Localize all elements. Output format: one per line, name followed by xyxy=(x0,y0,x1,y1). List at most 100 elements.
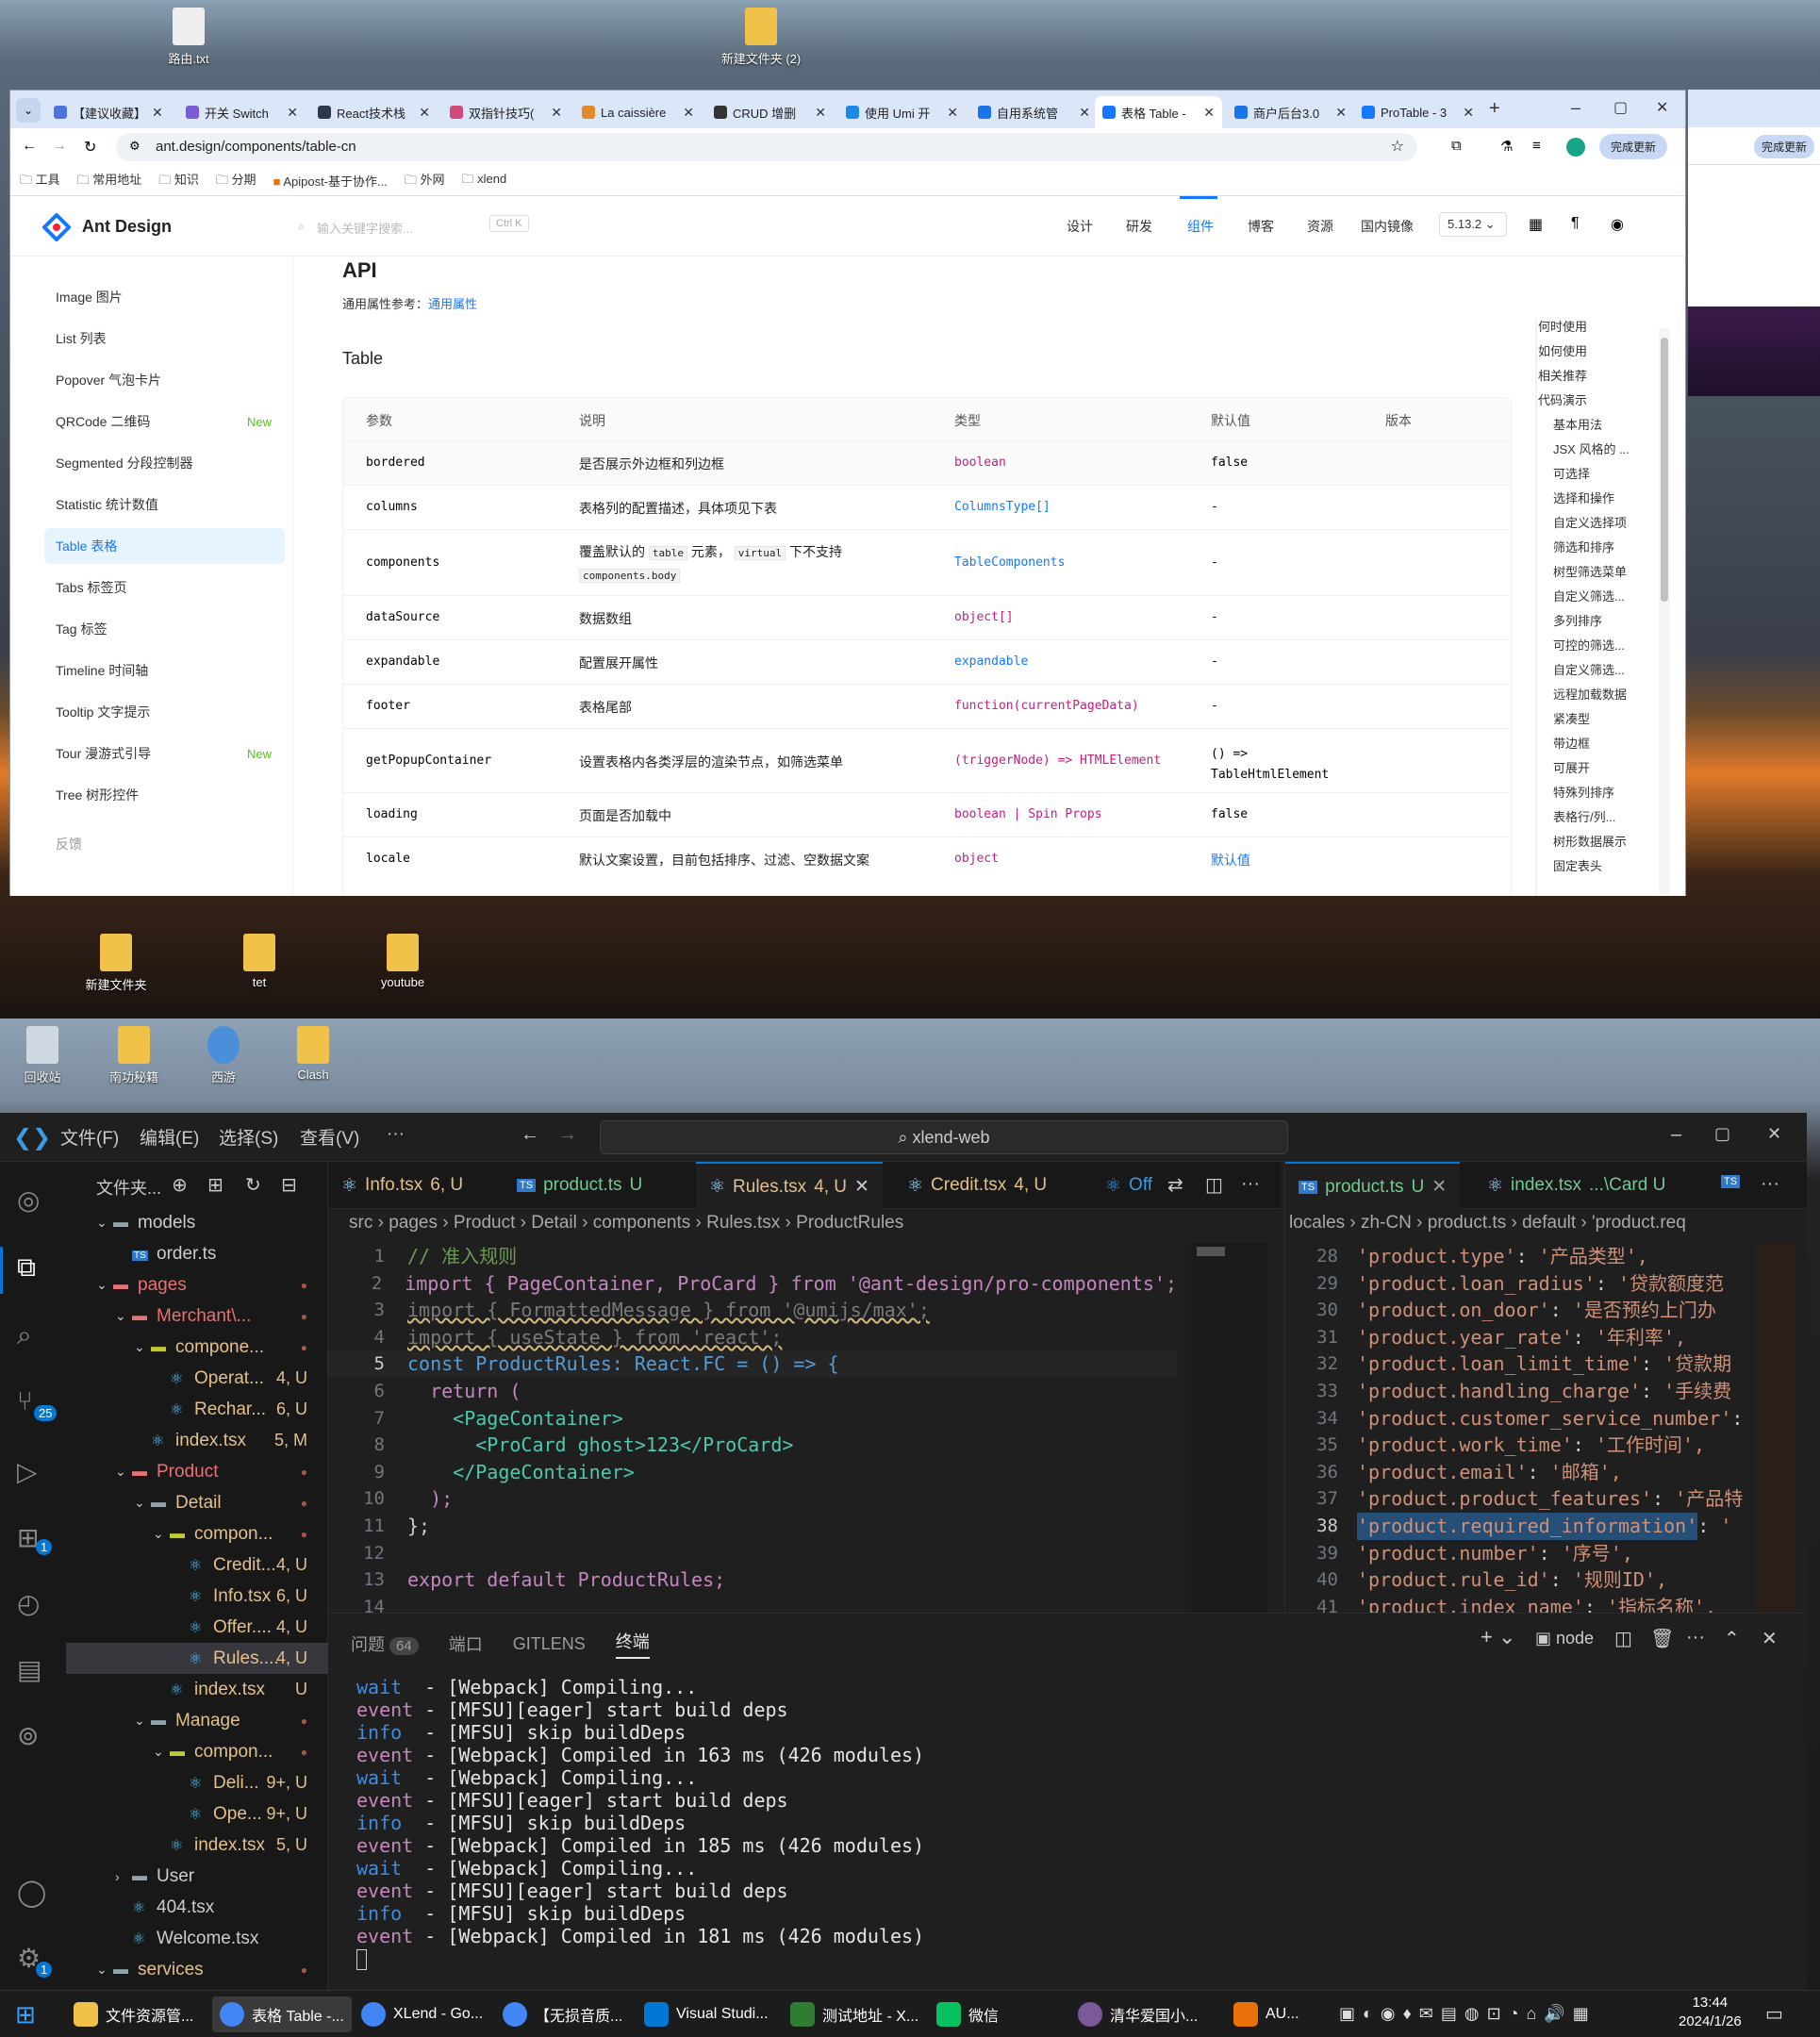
taskbar-item[interactable]: Visual Studi... xyxy=(637,1996,776,2032)
desktop-icon-folder[interactable]: tet xyxy=(217,934,302,989)
toc-item[interactable]: 何时使用 xyxy=(1538,317,1630,341)
tree-item[interactable]: ⚛ Credit... 4, U xyxy=(66,1549,328,1581)
close-icon[interactable]: ✕ xyxy=(854,1176,869,1198)
close-icon[interactable]: ✕ xyxy=(1079,105,1090,121)
source-control-icon[interactable]: ⑂ xyxy=(17,1386,33,1416)
explorer-icon[interactable]: ⧉ xyxy=(17,1252,36,1283)
reload-icon[interactable]: ↻ xyxy=(84,138,96,157)
breadcrumb-item[interactable]: locales xyxy=(1289,1213,1345,1233)
editor-tab[interactable]: TS product.ts U xyxy=(504,1162,655,1209)
param-type-link[interactable]: ColumnsType[] xyxy=(954,500,1051,514)
common-props-link[interactable]: 通用属性 xyxy=(428,297,477,311)
more-actions-icon[interactable]: ··· xyxy=(1761,1173,1779,1195)
close-icon[interactable]: ✕ xyxy=(419,105,430,121)
sidebar-item-popover[interactable]: Popover 气泡卡片 xyxy=(44,362,285,398)
bookmark-folder[interactable]: 🗀 工具 xyxy=(20,170,60,192)
breadcrumb-item[interactable]: components xyxy=(593,1213,691,1233)
nav-mirror[interactable]: 国内镜像 xyxy=(1361,217,1414,236)
toc-item[interactable]: 基本用法 xyxy=(1538,415,1630,439)
editor-tab-active[interactable]: ⚛ Rules.tsx 4, U ✕ xyxy=(696,1162,883,1210)
code-area[interactable]: 28 'product.type': '产品类型', 29 'product.loan… xyxy=(1285,1243,1757,1613)
sidebar-item-qrcode[interactable]: QRCode 二维码 New xyxy=(44,404,285,439)
taskbar-item[interactable]: XLend - Go... xyxy=(354,1996,490,2032)
breadcrumb-item[interactable]: Rules.tsx xyxy=(706,1213,780,1233)
close-icon[interactable]: ✕ xyxy=(287,105,298,121)
desktop-icon-folder[interactable]: Clash xyxy=(271,1026,356,1082)
toc-item[interactable]: 自定义选择项 xyxy=(1538,513,1630,538)
tree-item[interactable]: ⚛ Welcome.tsx xyxy=(66,1923,328,1954)
tree-item[interactable]: ⌄ ▬ compone... ● xyxy=(66,1332,328,1363)
param-type-link[interactable]: expandable xyxy=(954,654,1028,669)
minimize-icon[interactable]: – xyxy=(1671,1124,1681,1146)
search-input[interactable]: 输入关键字搜索... xyxy=(317,219,413,237)
labs-icon[interactable]: ⚗ xyxy=(1500,138,1513,155)
tree-item[interactable]: ⚛ Rechar... 6, U xyxy=(66,1394,328,1425)
toc-item[interactable]: 树形数据展示 xyxy=(1538,832,1630,856)
nav-develop[interactable]: 研发 xyxy=(1126,217,1152,236)
sidebar-item-list[interactable]: List 列表 xyxy=(44,321,285,356)
tree-item[interactable]: ⚛ Operat... 4, U xyxy=(66,1363,328,1394)
more-actions-icon[interactable]: ··· xyxy=(1686,1627,1705,1648)
editor-tab[interactable]: ⚛ index.tsx ...\Card U xyxy=(1474,1162,1679,1209)
split-editor-icon[interactable]: ◫ xyxy=(1205,1173,1223,1197)
collapse-all-icon[interactable]: ⊟ xyxy=(281,1173,297,1197)
menu-selection[interactable]: 选择(S) xyxy=(219,1124,278,1150)
taskbar-item[interactable]: 测试地址 - X... xyxy=(783,1996,926,2032)
tree-item[interactable]: ⚛ Offer.... 4, U xyxy=(66,1612,328,1643)
taskbar-item[interactable]: 【无损音质... xyxy=(495,1996,630,2032)
command-center[interactable]: ⌕ xlend-web xyxy=(600,1120,1288,1154)
ts-preview-icon[interactable]: TS xyxy=(1721,1175,1741,1188)
sidebar-item-tree[interactable]: Tree 树形控件 xyxy=(44,777,285,813)
antd-logo-icon[interactable] xyxy=(42,213,71,241)
breadcrumb-item[interactable]: 'product.req xyxy=(1592,1213,1686,1233)
editor-tab[interactable]: ⚛ Info.tsx 6, U xyxy=(328,1162,476,1209)
toc-item[interactable]: JSX 风格的 ... xyxy=(1538,439,1630,464)
rtl-icon[interactable]: ¶ xyxy=(1571,215,1580,232)
toc-item[interactable]: 选择和操作 xyxy=(1538,489,1630,513)
browser-tab[interactable]: 商户后台3.0 ✕ xyxy=(1227,96,1354,128)
new-tab-icon[interactable]: + xyxy=(1489,98,1500,120)
theme-icon[interactable]: ▦ xyxy=(1529,215,1543,234)
remote-icon[interactable]: ◴ xyxy=(17,1588,40,1619)
sidebar-item-tabs[interactable]: Tabs 标签页 xyxy=(44,570,285,605)
system-tray-icons[interactable]: ▣◐◉♦✉▤◍⊡◔⌂🔊▦ xyxy=(1339,2004,1597,2024)
browser-tab[interactable]: La caissière ✕ xyxy=(574,96,702,128)
menu-file[interactable]: 文件(F) xyxy=(60,1124,119,1150)
tree-item[interactable]: ⚛ index.tsx 5, M xyxy=(66,1425,328,1456)
media-icon[interactable]: ≡ xyxy=(1532,138,1541,154)
close-icon[interactable]: ✕ xyxy=(1335,105,1347,121)
tree-item[interactable]: ⌄ ▬ models xyxy=(66,1207,328,1238)
bookmark-folder[interactable]: 🗀 外网 xyxy=(405,170,445,192)
terminal-output[interactable]: wait - [Webpack] Compiling... event - [MF… xyxy=(356,1676,1771,1970)
refresh-icon[interactable]: ↻ xyxy=(245,1173,261,1197)
github-icon[interactable]: ◉ xyxy=(1611,215,1624,234)
browser-tab[interactable]: ProTable - 3 ✕ xyxy=(1354,96,1481,128)
version-select[interactable]: 5.13.2 ⌄ xyxy=(1439,212,1507,237)
close-panel-icon[interactable]: ✕ xyxy=(1762,1627,1778,1650)
update-button-bg[interactable]: 完成更新 xyxy=(1753,135,1814,158)
bookmark-folder[interactable]: 🗀 xlend xyxy=(462,171,507,191)
minimap[interactable] xyxy=(1757,1243,1795,1613)
sidebar-item-image[interactable]: Image 图片 xyxy=(44,279,285,315)
taskbar-item-active[interactable]: 表格 Table -... xyxy=(212,1996,352,2032)
close-icon[interactable]: ✕ xyxy=(947,105,958,121)
close-icon[interactable]: ✕ xyxy=(1203,105,1215,121)
breadcrumb-item[interactable]: Product xyxy=(454,1213,515,1233)
tree-item[interactable]: ⌄ ▬ compon... ● xyxy=(66,1736,328,1767)
sidebar-item-tooltip[interactable]: Tooltip 文字提示 xyxy=(44,694,285,730)
toc-item[interactable]: 如何使用 xyxy=(1538,341,1630,366)
desktop-icon-file[interactable]: 路由.txt xyxy=(146,8,231,67)
desktop-icon-recycle-bin[interactable]: 回收站 xyxy=(0,1026,85,1085)
search-icon[interactable]: ⌕ xyxy=(17,1320,32,1351)
toc-item[interactable]: 相关推荐 xyxy=(1538,366,1630,390)
maximize-icon[interactable]: ▢ xyxy=(1613,98,1628,117)
sidebar-item-tour[interactable]: Tour 漫游式引导 New xyxy=(44,736,285,771)
new-terminal-icon[interactable]: + ⌄ xyxy=(1481,1625,1515,1649)
tab-search-chevron-icon[interactable]: ⌄ xyxy=(16,98,41,123)
new-file-icon[interactable]: ⊕ xyxy=(172,1173,188,1197)
close-icon[interactable]: ✕ xyxy=(1463,105,1474,121)
toc-item[interactable]: 紧凑型 xyxy=(1538,709,1630,734)
breadcrumb-item[interactable]: Detail xyxy=(531,1213,577,1233)
minimize-icon[interactable]: – xyxy=(1571,98,1580,118)
code-area[interactable]: 1 // 准入规则 2 import { PageContainer, ProCard… xyxy=(328,1243,1177,1613)
